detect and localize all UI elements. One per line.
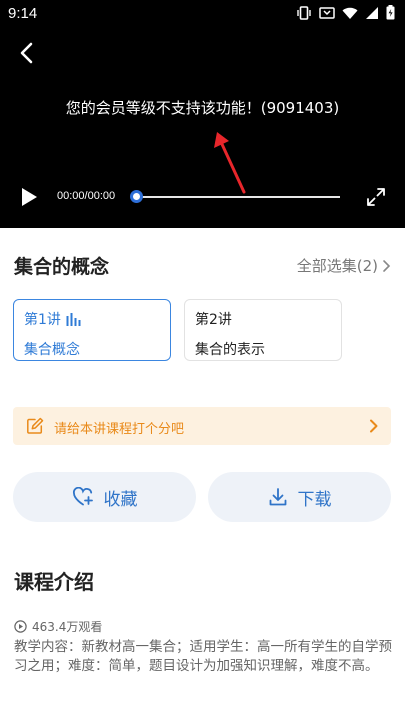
edit-icon (27, 417, 44, 434)
lecture-number: 第2讲 (195, 312, 232, 328)
chevron-right-icon (383, 259, 391, 272)
lecture-number: 第1讲 (24, 312, 61, 328)
wifi-icon (342, 7, 358, 19)
cast-icon (319, 6, 335, 19)
heart-plus-icon (72, 487, 93, 506)
favorite-button[interactable]: 收藏 (13, 472, 196, 522)
lecture-name: 集合的表示 (195, 342, 265, 358)
lecture-card-2[interactable]: 第2讲 集合的表示 (184, 299, 342, 361)
status-time: 9:14 (8, 5, 38, 22)
intro-title: 课程介绍 (14, 570, 94, 594)
rate-prompt: 请给本讲课程打个分吧 (54, 422, 185, 437)
download-label: 下载 (297, 489, 332, 510)
view-count: 463.4万观看 (14, 618, 102, 635)
progress-track[interactable] (136, 196, 340, 198)
back-arrow-icon[interactable] (14, 40, 40, 66)
course-title: 集合的概念 (14, 256, 110, 278)
time-display: 00:00/00:00 (57, 190, 116, 202)
signal-icon (366, 6, 378, 19)
progress-knob[interactable] (130, 190, 143, 203)
download-button[interactable]: 下载 (208, 472, 391, 522)
status-bar: 9:14 (0, 0, 405, 28)
all-episodes-label: 全部选集(2) (296, 257, 378, 275)
download-icon (269, 488, 286, 506)
rate-course-banner[interactable]: 请给本讲课程打个分吧 (13, 407, 391, 445)
view-count-text: 463.4万观看 (32, 620, 103, 634)
favorite-label: 收藏 (103, 489, 138, 510)
status-icons (296, 5, 395, 20)
play-icon[interactable] (18, 186, 40, 208)
vibrate-icon (297, 5, 311, 20)
intro-description: 教学内容：新教材高一集合；适用学生：高一所有学生的自学预习之用；难度：简单，题目… (14, 639, 392, 674)
lecture-name: 集合概念 (24, 342, 80, 358)
video-player[interactable]: 9:14 您的会员等级不支持该功能！(9091403) 00:00/00:00 (0, 0, 405, 228)
battery-icon (386, 5, 395, 20)
lecture-card-1[interactable]: 第1讲 集合概念 (13, 299, 171, 361)
all-episodes-link[interactable]: 全部选集(2) (297, 255, 391, 276)
play-circle-icon (14, 620, 27, 633)
player-error-message: 您的会员等级不支持该功能！(9091403) (65, 99, 340, 117)
playing-bars-icon (66, 312, 81, 326)
annotation-arrow-icon (214, 132, 246, 194)
fullscreen-icon[interactable] (366, 187, 386, 207)
chevron-right-icon (370, 419, 378, 433)
